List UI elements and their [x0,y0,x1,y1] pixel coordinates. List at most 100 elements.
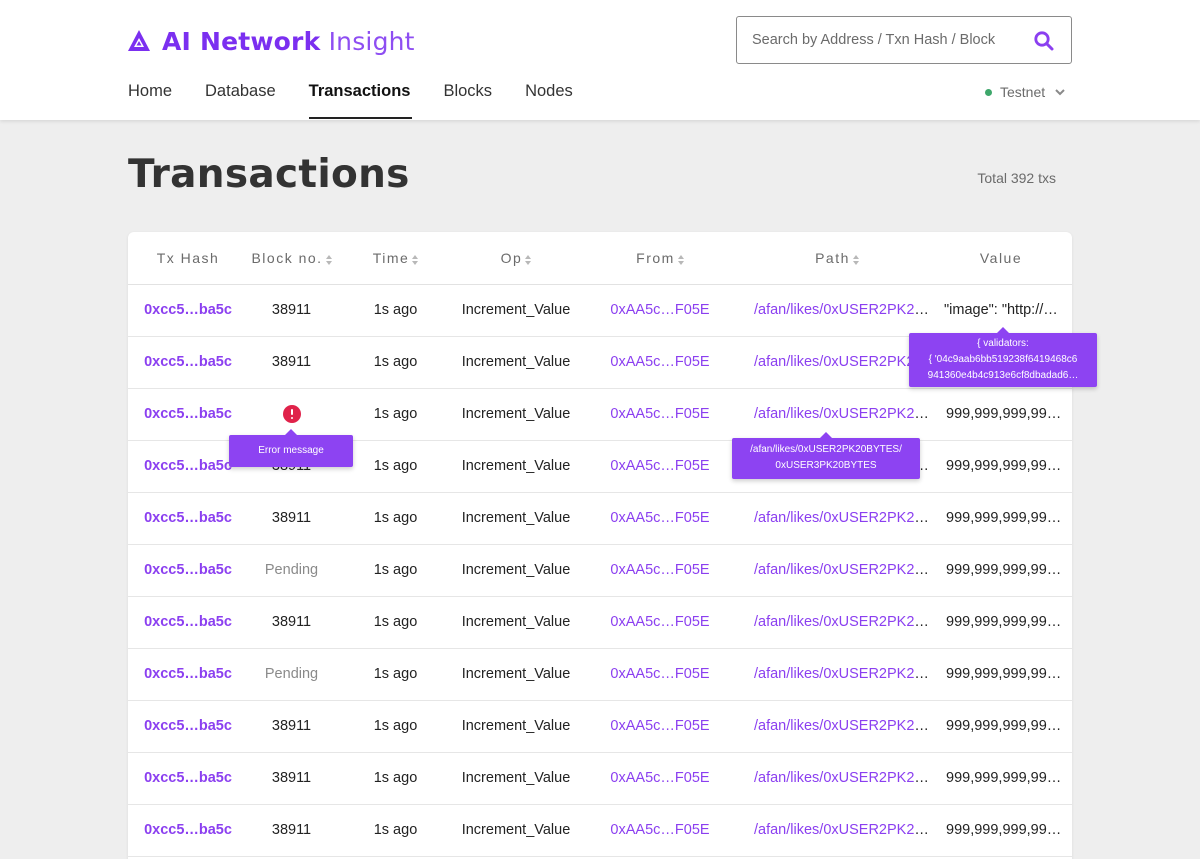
from-address-link-cell: 0xAA5c…F05E [576,544,744,597]
block-number: 38911 [271,302,312,318]
table-row[interactable]: 0xcc5…ba5c 38911 1s ago Increment_Value 0xAA… [128,596,1072,649]
from-address-link[interactable]: 0xAA5c…F05E [610,406,709,422]
column-header-op[interactable]: Op [456,232,576,285]
time-text: 1s ago [373,510,418,526]
from-address-link[interactable]: 0xAA5c…F05E [610,770,709,786]
value-text-cell: 999,999,999,993,… [930,388,1072,441]
column-header-label: Op [500,249,523,266]
logo[interactable]: AI Network Insight [127,26,415,56]
tx-hash-link[interactable]: 0xcc5…ba5c [144,458,232,474]
sort-icon[interactable] [525,255,532,266]
table-row[interactable]: 0xcc5…ba5c Pending 1s ago Increment_Value 0x… [128,648,1072,701]
path-link[interactable]: /afan/likes/0xUSER2PK20… [754,770,930,786]
tx-hash-link[interactable]: 0xcc5…ba5c [144,770,232,786]
tx-hash-link[interactable]: 0xcc5…ba5c [144,666,232,682]
path-link[interactable]: /afan/likes/0xUSER2PK20… [754,562,930,578]
search-icon[interactable] [1033,30,1055,52]
chevron-down-icon [1055,89,1065,96]
path-link-cell: /afan/likes/0xUSER2PK20… [744,700,930,753]
nav-item-database[interactable]: Database [205,82,276,120]
sort-icon[interactable] [325,255,332,266]
from-address-link[interactable]: 0xAA5c…F05E [610,562,709,578]
sort-icon[interactable] [677,255,684,266]
path-link[interactable]: /afan/likes/0xUSER2PK20… [754,510,930,526]
from-address-link[interactable]: 0xAA5c…F05E [610,510,709,526]
nav-item-transactions[interactable]: Transactions [308,82,413,120]
path-link[interactable]: /afan/likes/0xUSER2PK20… [754,302,930,318]
path-link[interactable]: /afan/likes/0xUSER2PK20… [754,718,930,734]
path-link-cell: /afan/likes/0xUSER2PK20… [744,492,930,545]
path-link[interactable]: /afan/likes/0xUSER2PK20… [754,666,930,682]
table-row[interactable]: 0xcc5…ba5c 38911 1s ago Increment_Value 0xAA… [128,752,1072,805]
tx-hash-link[interactable]: 0xcc5…ba5c [144,354,232,370]
path-link[interactable]: /afan/likes/0xUSER2PK20… [754,354,930,370]
nav-item-nodes[interactable]: Nodes [525,82,573,120]
path-link[interactable]: /afan/likes/0xUSER2PK20… [754,822,930,838]
search-input[interactable] [752,29,1022,51]
tx-hash-link[interactable]: 0xcc5…ba5c [144,406,232,422]
op-text: Increment_Value [461,354,571,370]
table-row[interactable]: 0xcc5…ba5c 38911 1s ago Increment_Value 0xAA… [128,284,1072,337]
path-link[interactable]: /afan/likes/0xUSER2PK20… [754,406,930,422]
error-icon[interactable] [282,405,301,423]
from-address-link-cell: 0xAA5c…F05E [576,440,744,493]
column-header-path[interactable]: Path [744,232,930,285]
time-text: 1s ago [373,770,418,786]
time-text: 1s ago [373,666,418,682]
op-text-cell: Increment_Value [456,700,576,753]
block-number-cell: 38911 [248,336,335,389]
op-text-cell: Increment_Value [456,596,576,649]
block-number: 38911 [271,770,312,786]
error-tooltip: Error message [229,429,353,467]
time-text-cell: 1s ago [335,648,456,701]
transactions-card: Tx Hash Block no. Time Op From Path Valu… [128,232,1072,859]
network-selector[interactable]: Testnet [985,84,1066,100]
value-text: 999,999,999,993,… [946,770,1072,786]
op-text: Increment_Value [461,718,571,734]
from-address-link-cell: 0xAA5c…F05E [576,388,744,441]
sort-icon[interactable] [852,255,859,266]
column-header-block-no[interactable]: Block no. [248,232,335,285]
table-row[interactable]: 0xcc5…ba5c 1s ago Increment_Value 0xAA5c…F0… [128,388,1072,441]
column-header-time[interactable]: Time [335,232,456,285]
table-row[interactable]: 0xcc5…ba5c 38911 1s ago Increment_Value 0xAA… [128,492,1072,545]
tx-hash-link[interactable]: 0xcc5…ba5c [144,562,232,578]
main-nav: Home Database Transactions Blocks Nodes [128,82,606,120]
transactions-table: Tx Hash Block no. Time Op From Path Valu… [128,232,1072,857]
tx-hash-link[interactable]: 0xcc5…ba5c [144,718,232,734]
from-address-link[interactable]: 0xAA5c…F05E [610,458,709,474]
column-header-from[interactable]: From [576,232,744,285]
path-link[interactable]: /afan/likes/0xUSER2PK20… [754,614,930,630]
from-address-link[interactable]: 0xAA5c…F05E [610,354,709,370]
time-text: 1s ago [373,406,418,422]
tx-hash-link[interactable]: 0xcc5…ba5c [144,510,232,526]
value-tooltip-line: 941360e4b4c913e6cf8dbadad6… [927,370,1079,381]
table-row[interactable]: 0xcc5…ba5c 38911 1s ago Increment_Value 0xAA… [128,804,1072,857]
table-row[interactable]: 0xcc5…ba5c Pending 1s ago Increment_Value 0x… [128,544,1072,597]
tx-hash-link[interactable]: 0xcc5…ba5c [144,614,232,630]
from-address-link[interactable]: 0xAA5c…F05E [610,718,709,734]
time-text: 1s ago [373,458,418,474]
path-link-cell: /afan/likes/0xUSER2PK20… [744,804,930,857]
nav-item-home[interactable]: Home [128,82,172,120]
from-address-link[interactable]: 0xAA5c…F05E [610,302,709,318]
block-number-cell: 38911 [248,284,335,337]
time-text: 1s ago [373,562,418,578]
from-address-link[interactable]: 0xAA5c…F05E [610,614,709,630]
value-tooltip-line: { '04c9aab6bb519238f6419468c6 [928,354,1078,365]
from-address-link[interactable]: 0xAA5c…F05E [610,822,709,838]
column-header-label: Tx Hash [156,249,220,266]
tx-hash-link[interactable]: 0xcc5…ba5c [144,302,232,318]
nav-item-blocks[interactable]: Blocks [443,82,492,120]
path-link-cell: /afan/likes/0xUSER2PK20… [744,284,930,337]
from-address-link[interactable]: 0xAA5c…F05E [610,666,709,682]
path-link-cell: /afan/likes/0xUSER2PK20… [744,596,930,649]
path-tooltip: /afan/likes/0xUSER2PK20BYTES/ 0xUSER3PK2… [732,432,920,479]
op-text-cell: Increment_Value [456,648,576,701]
tx-hash-link[interactable]: 0xcc5…ba5c [144,822,232,838]
op-text-cell: Increment_Value [456,284,576,337]
table-row[interactable]: 0xcc5…ba5c 38911 1s ago Increment_Value 0xAA… [128,700,1072,753]
from-address-link-cell: 0xAA5c…F05E [576,336,744,389]
sort-icon[interactable] [412,255,419,266]
pending-status-cell: Pending [248,544,335,597]
